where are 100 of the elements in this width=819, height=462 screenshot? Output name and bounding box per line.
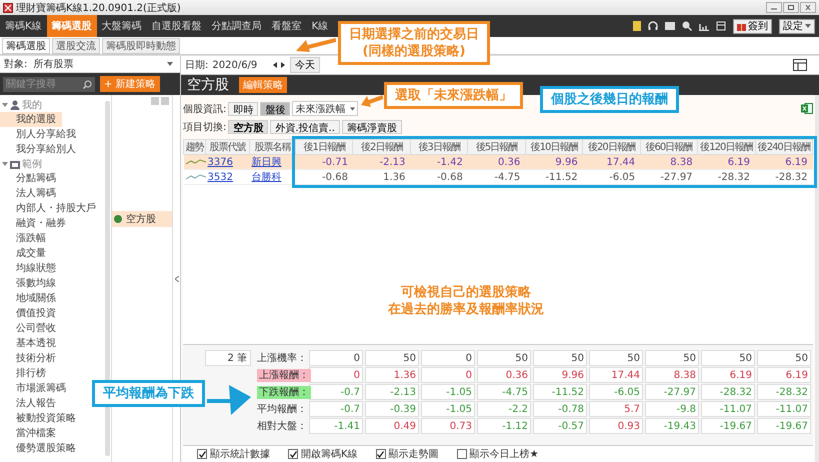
tree-item[interactable]: 優勢選股策略 xyxy=(0,441,82,456)
bar-chart-icon[interactable] xyxy=(699,21,709,31)
tree-item[interactable]: 漲跌幅 xyxy=(0,231,52,246)
tree-item[interactable]: 被動投資策略 xyxy=(0,411,82,426)
nav-tab[interactable]: 大盤籌碼 xyxy=(96,15,147,37)
expand-toggle-icon[interactable] xyxy=(2,161,8,167)
today-button[interactable]: 今天 xyxy=(290,57,320,73)
tree-item[interactable]: 融資・融券 xyxy=(0,216,72,231)
stat-label: 下跌報酬： xyxy=(257,386,311,399)
switch-label: 項目切換: xyxy=(183,120,226,134)
checkbox[interactable] xyxy=(376,449,386,459)
nav-tab[interactable]: 看盤室 xyxy=(266,15,307,37)
stat-cell: 0.49 xyxy=(365,418,419,434)
table-cell: 6.19 xyxy=(755,154,812,170)
column-header[interactable]: 後1日報酬 xyxy=(296,140,353,154)
date-label: 日期: xyxy=(185,58,208,72)
tree-item[interactable]: 基本透視 xyxy=(0,336,62,351)
tree-item[interactable]: 地域關係 xyxy=(0,291,62,306)
target-dropdown[interactable]: 所有股票 xyxy=(30,58,176,70)
tree-item[interactable]: 內部人・持股大戶 xyxy=(0,201,102,216)
expand-toggle-icon[interactable] xyxy=(2,102,8,108)
table-cell: 6.19 xyxy=(698,154,755,170)
sub-tab[interactable]: 選股交流 xyxy=(52,38,100,54)
table-cell: -4.75 xyxy=(468,170,526,184)
checkin-button[interactable]: 簽到 xyxy=(733,18,772,34)
tree-item[interactable]: 我的選股 xyxy=(0,112,62,127)
column-header[interactable]: 後240日報酬 xyxy=(755,140,812,154)
restore-icon[interactable] xyxy=(783,2,799,13)
nav-tab[interactable]: 籌碼K線 xyxy=(0,15,47,37)
sub-tab[interactable]: 籌碼選股 xyxy=(2,38,50,54)
table-row[interactable]: 3532 台勝科 -0.68 1.36 -0.68 -4.75 -11.52 -6.05 -27.97 -28.32 -28.32 xyxy=(184,170,812,184)
checkbox[interactable] xyxy=(197,449,207,459)
tree-item[interactable]: 技術分析 xyxy=(0,351,62,366)
switch-button[interactable]: 外資.投信賣.. xyxy=(270,120,340,134)
period-dropdown[interactable]: 未來漲跌幅 xyxy=(292,101,358,116)
tree-item[interactable]: 張數均線 xyxy=(0,276,62,291)
column-header[interactable]: 後2日報酬 xyxy=(352,140,410,154)
stat-cell: 0 xyxy=(421,350,475,366)
mode-button[interactable]: 盤後 xyxy=(260,102,290,116)
window-icon[interactable] xyxy=(716,21,726,31)
switch-button[interactable]: 籌碼淨賣股 xyxy=(342,120,402,134)
column-header[interactable]: 後5日報酬 xyxy=(468,140,526,154)
magnifier-icon[interactable] xyxy=(682,21,692,31)
tree-group[interactable]: 範例 xyxy=(22,157,42,171)
table-cell: -1.42 xyxy=(410,154,468,170)
stat-cell: -28.32 xyxy=(701,384,755,400)
stat-cell: 9.96 xyxy=(533,367,587,383)
excel-icon[interactable] xyxy=(801,103,813,114)
option-label: 顯示統計數據 xyxy=(210,448,270,461)
tree-item[interactable]: 法人籌碼 xyxy=(0,186,62,201)
layout-icon[interactable] xyxy=(793,59,807,71)
stat-cell: -1.12 xyxy=(477,418,531,434)
tree-item[interactable]: 法人報告 xyxy=(0,396,62,411)
tree-item[interactable]: 公司營收 xyxy=(0,321,62,336)
strategy-item[interactable]: 空方股 xyxy=(112,211,172,227)
headset-icon[interactable] xyxy=(648,21,658,31)
tree-item[interactable]: 當沖檔案 xyxy=(0,426,62,441)
tree-group[interactable]: 我的 xyxy=(22,98,42,112)
tree-item[interactable]: 成交量 xyxy=(0,246,52,261)
checkbox[interactable] xyxy=(456,449,467,459)
prev-next-icon[interactable] xyxy=(273,62,285,68)
stat-cell: -0.7 xyxy=(309,401,363,417)
tree-item[interactable]: 價值投資 xyxy=(0,306,62,321)
column-header[interactable]: 後120日報酬 xyxy=(698,140,755,154)
tree-item[interactable]: 排行榜 xyxy=(0,366,52,381)
mode-button[interactable]: 即時 xyxy=(228,102,258,116)
date-field[interactable]: 2020/6/9 xyxy=(212,60,269,70)
nav-tab[interactable]: 分點調查局 xyxy=(206,15,267,37)
table-cell: 8.38 xyxy=(640,154,698,170)
column-header[interactable]: 股票代號 xyxy=(206,140,250,154)
callout: 個股之後幾日的報酬 xyxy=(540,86,679,113)
stat-label: 相對大盤： xyxy=(257,421,307,432)
column-header[interactable]: 後20日報酬 xyxy=(582,140,640,154)
tree-item[interactable]: 均線狀態 xyxy=(0,261,62,276)
stat-cell: 17.44 xyxy=(589,367,643,383)
column-header[interactable]: 股票名稱 xyxy=(250,140,296,154)
tree-item[interactable]: 市場派籌碼 xyxy=(0,381,72,396)
settings-button[interactable]: 設定 xyxy=(779,18,815,34)
column-header[interactable]: 後10日報酬 xyxy=(525,140,583,154)
column-header[interactable]: 趨勢 xyxy=(184,140,206,154)
close-icon[interactable] xyxy=(800,2,816,13)
stat-cell: 50 xyxy=(365,350,419,366)
nav-tab[interactable]: 自選股看盤 xyxy=(146,15,207,37)
minimize-icon[interactable] xyxy=(766,2,782,13)
nav-tab[interactable]: K線 xyxy=(306,15,334,37)
column-header[interactable]: 後3日報酬 xyxy=(410,140,468,154)
table-cell: 9.96 xyxy=(525,154,583,170)
search-field[interactable]: 關鍵字搜尋 xyxy=(3,76,95,92)
table-cell: -28.32 xyxy=(755,170,812,184)
callout: 日期選擇之前的交易日 (同樣的選股策略) xyxy=(338,21,490,65)
stock-code-link[interactable]: 3532 xyxy=(208,172,233,182)
tree-item[interactable]: 我分享給別人 xyxy=(0,142,82,157)
column-header[interactable]: 後60日報酬 xyxy=(640,140,698,154)
checkbox[interactable] xyxy=(288,449,298,459)
switch-button[interactable]: 空方股 xyxy=(228,120,268,134)
tree-item[interactable]: 分點籌碼 xyxy=(0,171,62,186)
sub-tab[interactable]: 籌碼股即時動態 xyxy=(102,38,180,54)
table-row[interactable]: 3376 新日興 -0.71 -2.13 -1.42 0.36 9.96 17.44 8.38 6.19 6.19 xyxy=(184,154,812,170)
tree-item[interactable]: 別人分享給我 xyxy=(0,127,82,142)
stock-name-link[interactable]: 台勝科 xyxy=(252,172,282,183)
